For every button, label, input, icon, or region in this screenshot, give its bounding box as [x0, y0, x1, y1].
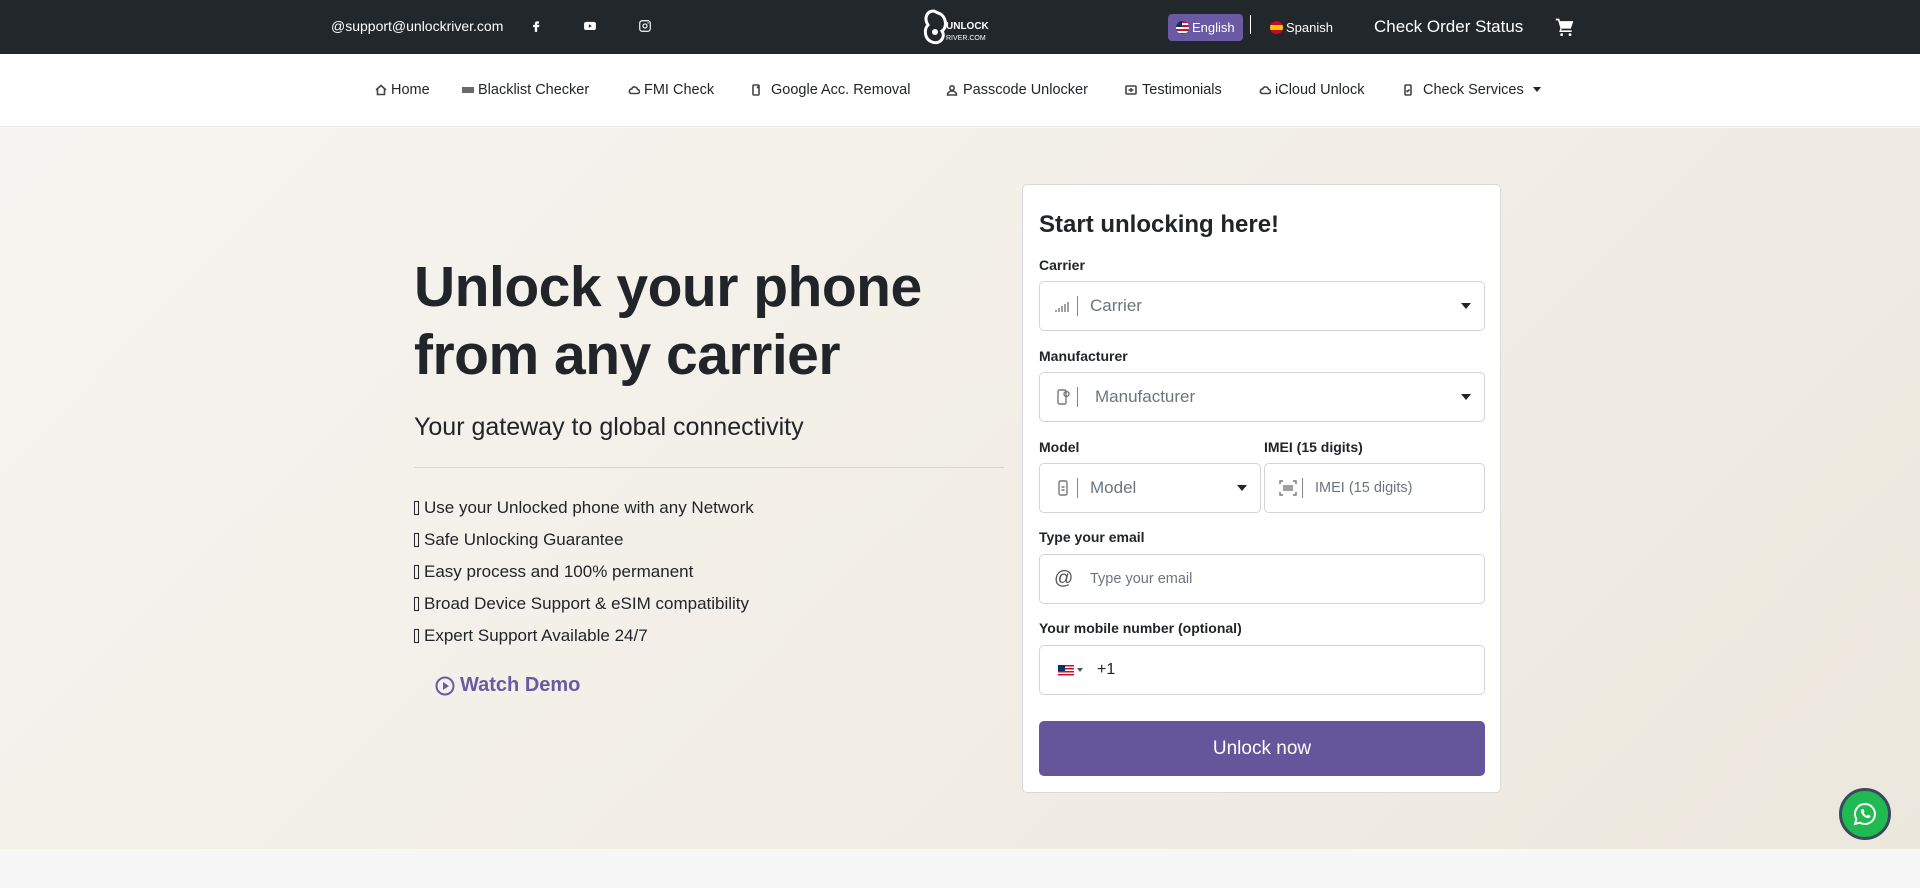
carrier-select[interactable]: Carrier	[1039, 281, 1485, 331]
youtube-icon[interactable]	[581, 17, 599, 35]
us-flag-icon	[1176, 21, 1189, 34]
at-sign-icon: @	[1054, 568, 1074, 589]
nav-item-label: Blacklist Checker	[478, 82, 590, 98]
nav-item-label: Passcode Unlocker	[963, 82, 1088, 98]
language-separator	[1250, 15, 1251, 34]
nav-item-icloud-unlock[interactable]: iCloud Unlock	[1259, 82, 1364, 98]
barcode-scan-icon	[1277, 477, 1299, 499]
nav-item-label: Home	[391, 82, 430, 98]
carrier-label: Carrier	[1039, 257, 1085, 273]
facebook-icon[interactable]	[527, 17, 545, 35]
top-bar: @support@unlockriver.com UNLOCK RIVER.CO…	[0, 0, 1920, 54]
bullet-icon	[414, 501, 419, 515]
unlock-now-button[interactable]: Unlock now	[1039, 721, 1485, 776]
check-order-status-link[interactable]: Check Order Status	[1374, 17, 1523, 37]
watch-demo-label: Watch Demo	[460, 674, 581, 696]
form-title: Start unlocking here!	[1039, 211, 1280, 238]
cloud-icon	[1259, 86, 1271, 95]
field-divider	[1302, 478, 1303, 498]
field-divider	[1077, 478, 1078, 498]
nav-item-label: Check Services	[1423, 82, 1524, 98]
email-label: Type your email	[1039, 529, 1145, 545]
model-select[interactable]: Model	[1039, 463, 1261, 513]
hero-subline: Your gateway to global connectivity	[414, 413, 804, 441]
nav-item-label: FMI Check	[644, 82, 715, 98]
us-flag-icon[interactable]	[1058, 664, 1074, 676]
nav-item-label: Google Acc. Removal	[771, 82, 911, 98]
unlock-form-card: Start unlocking here! Carrier Carrier Ma…	[1022, 184, 1501, 793]
model-label: Model	[1039, 439, 1080, 455]
main-nav: Home Blacklist Checker FMI Check Google …	[0, 54, 1920, 127]
nav-item-label: iCloud Unlock	[1275, 82, 1365, 98]
play-circle-icon	[435, 676, 455, 695]
language-spanish-label: Spanish	[1286, 20, 1333, 35]
chevron-down-icon	[1532, 86, 1541, 92]
phone-check-icon	[1404, 84, 1412, 96]
watch-demo-button[interactable]: Watch Demo	[435, 674, 580, 697]
imei-label: IMEI (15 digits)	[1264, 439, 1363, 455]
logo-text-bottom: RIVER.COM	[946, 35, 986, 42]
cloud-icon	[628, 86, 640, 95]
home-icon	[375, 84, 387, 96]
whatsapp-chat-button[interactable]	[1839, 788, 1891, 840]
chevron-down-icon	[1237, 485, 1247, 491]
list-item: Safe Unlocking Guarantee	[414, 529, 754, 561]
nav-item-blacklist-checker[interactable]: Blacklist Checker	[462, 82, 589, 98]
language-english-label: English	[1192, 20, 1235, 35]
whatsapp-icon	[1853, 802, 1876, 826]
nav-item-label: Testimonials	[1142, 82, 1222, 98]
cart-icon[interactable]	[1555, 17, 1575, 37]
testimonial-icon	[1125, 85, 1137, 95]
chevron-down-icon	[1461, 303, 1471, 309]
logo-text-top: UNLOCK	[946, 21, 990, 32]
list-item: Use your Unlocked phone with any Network	[414, 497, 754, 529]
mobile-number-field[interactable]: +1	[1039, 645, 1485, 695]
nav-item-passcode-unlocker[interactable]: Passcode Unlocker	[946, 82, 1088, 98]
unlockriver-logo[interactable]: UNLOCK RIVER.COM	[922, 7, 998, 47]
barcode-icon	[462, 87, 474, 93]
nav-item-home[interactable]: Home	[375, 82, 430, 98]
signal-icon	[1052, 295, 1074, 317]
hero-headline: Unlock your phone from any carrier	[414, 255, 922, 387]
nav-item-google-acc-removal[interactable]: Google Acc. Removal	[750, 82, 910, 98]
chevron-down-icon[interactable]	[1077, 668, 1083, 672]
hero-divider	[414, 467, 1004, 468]
nav-item-testimonials[interactable]: Testimonials	[1125, 82, 1222, 98]
list-item: Expert Support Available 24/7	[414, 625, 754, 657]
imei-placeholder: IMEI (15 digits)	[1315, 480, 1413, 496]
bullet-icon	[414, 629, 419, 643]
spain-flag-icon	[1270, 21, 1283, 34]
language-spanish-button[interactable]: Spanish	[1270, 14, 1333, 41]
list-item: Broad Device Support & eSIM compatibilit…	[414, 593, 754, 625]
hero-section	[0, 128, 1920, 849]
dial-code: +1	[1097, 661, 1116, 678]
manufacturer-label: Manufacturer	[1039, 348, 1128, 364]
feature-list: Use your Unlocked phone with any Network…	[414, 497, 754, 657]
bullet-icon	[414, 533, 419, 547]
phone-icon	[1052, 477, 1074, 499]
chevron-down-icon	[1461, 394, 1471, 400]
bullet-icon	[414, 597, 419, 611]
email-placeholder: Type your email	[1090, 571, 1193, 587]
instagram-icon[interactable]	[636, 17, 654, 35]
nav-item-check-services[interactable]: Check Services	[1402, 82, 1541, 98]
support-email-link[interactable]: @support@unlockriver.com	[331, 18, 503, 34]
language-english-button[interactable]: English	[1168, 14, 1243, 41]
list-item: Easy process and 100% permanent	[414, 561, 754, 593]
field-divider	[1077, 296, 1078, 316]
page-bottom-strip	[0, 849, 1920, 888]
field-divider	[1077, 387, 1078, 407]
phone-gear-icon	[1052, 386, 1074, 408]
mobile-label: Your mobile number (optional)	[1039, 620, 1242, 636]
model-placeholder: Model	[1090, 478, 1137, 497]
manufacturer-placeholder: Manufacturer	[1095, 387, 1196, 406]
bullet-icon	[414, 565, 419, 579]
carrier-placeholder: Carrier	[1090, 296, 1142, 315]
imei-input[interactable]: IMEI (15 digits)	[1264, 463, 1485, 513]
phone-icon	[752, 84, 760, 96]
nav-item-fmi-check[interactable]: FMI Check	[628, 82, 714, 98]
user-lock-icon	[946, 84, 958, 96]
email-field[interactable]: @ Type your email	[1039, 554, 1485, 604]
manufacturer-select[interactable]: Manufacturer	[1039, 372, 1485, 422]
